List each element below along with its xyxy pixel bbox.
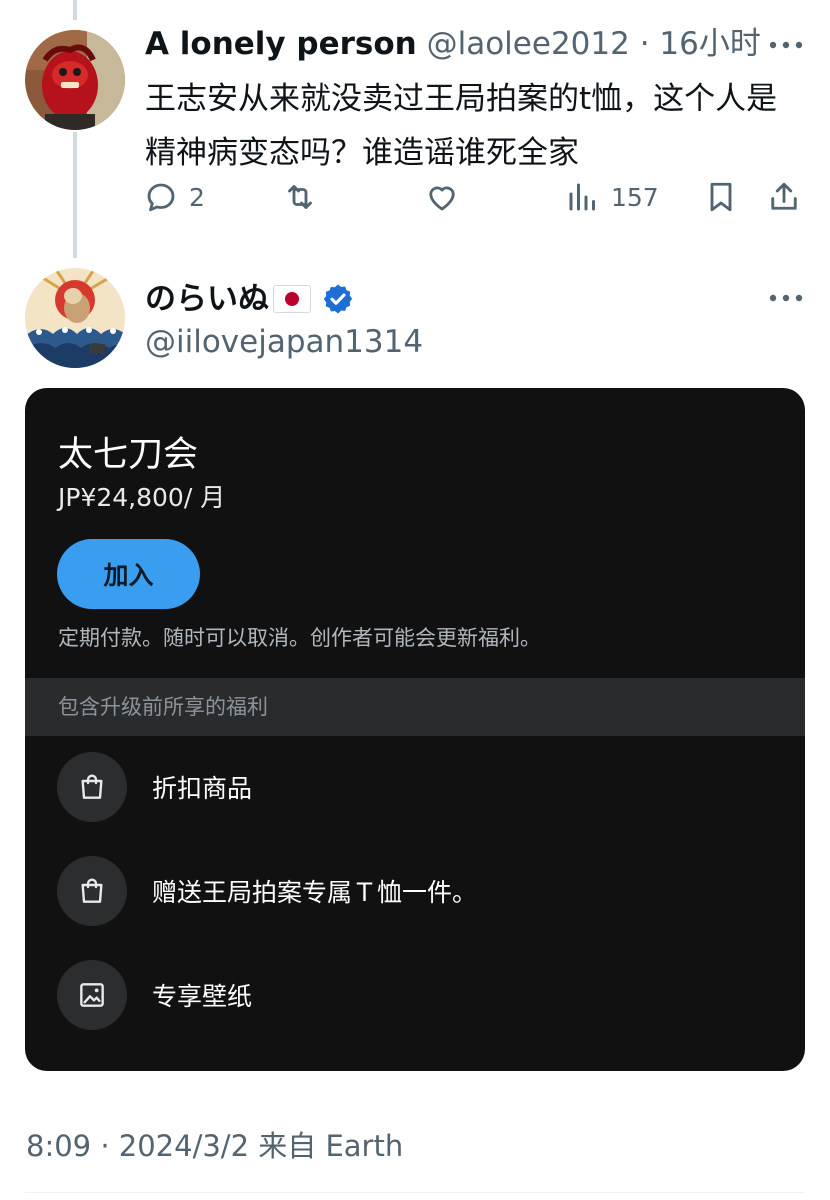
subscription-note: 定期付款。随时可以取消。创作者可能会更新福利。 bbox=[58, 626, 541, 650]
image-icon bbox=[57, 960, 127, 1030]
views-button[interactable]: 157 bbox=[565, 172, 659, 222]
benefit-item: 赠送王局拍案专属Ｔ恤一件。 bbox=[57, 856, 777, 926]
more-options-icon[interactable] bbox=[766, 283, 806, 313]
like-button[interactable] bbox=[424, 172, 470, 222]
reply-count: 2 bbox=[189, 182, 205, 212]
tweet-header: A lonely person @laolee2012 · 16小时 bbox=[145, 22, 761, 66]
share-button[interactable] bbox=[766, 172, 802, 222]
benefit-label: 专享壁纸 bbox=[152, 982, 253, 1011]
join-button[interactable]: 加入 bbox=[57, 539, 200, 609]
tweet-action-bar: 2 157 bbox=[0, 172, 830, 222]
benefit-item: 专享壁纸 bbox=[57, 960, 777, 1030]
user-handle[interactable]: @iilovejapan1314 bbox=[145, 320, 423, 364]
analytics-icon bbox=[569, 183, 595, 211]
subscription-price: JP¥24,800/ 月 bbox=[58, 483, 226, 512]
reply-button[interactable]: 2 bbox=[143, 172, 205, 222]
post-timestamp[interactable]: 8:09 · 2024/3/2 来自 Earth bbox=[26, 1125, 403, 1167]
share-icon bbox=[771, 182, 797, 210]
post-time[interactable]: 16小时 bbox=[659, 26, 760, 62]
bookmark-button[interactable] bbox=[703, 172, 739, 222]
views-count: 157 bbox=[611, 182, 659, 212]
display-name[interactable]: のらいぬ bbox=[145, 277, 269, 321]
heart-icon bbox=[429, 186, 455, 211]
verified-badge-icon[interactable] bbox=[321, 282, 355, 316]
red-lion-statue-avatar bbox=[25, 30, 125, 130]
divider bbox=[25, 1192, 805, 1193]
user-handle[interactable]: @laolee2012 bbox=[427, 26, 630, 62]
tweet-text: 王志安从来就没卖过王局拍案的t恤，这个人是精神病变态吗？谁造谣谁死全家 bbox=[145, 81, 778, 171]
avatar[interactable] bbox=[25, 268, 125, 368]
benefit-item: 折扣商品 bbox=[57, 752, 777, 822]
shopping-bag-icon bbox=[57, 752, 127, 822]
tweet-header: のらいぬ bbox=[145, 277, 355, 321]
japan-flag-icon bbox=[273, 285, 311, 313]
more-options-icon[interactable] bbox=[766, 30, 806, 60]
shopping-bag-icon bbox=[57, 856, 127, 926]
subscription-title: 太七刀会 bbox=[58, 435, 199, 475]
subscription-card: 太七刀会 JP¥24,800/ 月 加入 定期付款。随时可以取消。创作者可能会更… bbox=[25, 388, 805, 1071]
benefit-label: 折扣商品 bbox=[152, 774, 253, 803]
retweet-button[interactable] bbox=[282, 172, 328, 222]
display-name[interactable]: A lonely person bbox=[145, 26, 417, 62]
thread-connector-line bbox=[73, 0, 77, 20]
reply-icon bbox=[147, 183, 175, 212]
retweet-icon bbox=[288, 185, 312, 209]
separator-dot: · bbox=[639, 26, 650, 62]
dog-wave-art-avatar bbox=[25, 268, 125, 368]
avatar[interactable] bbox=[25, 30, 125, 130]
bookmark-icon bbox=[710, 182, 732, 212]
benefit-label: 赠送王局拍案专属Ｔ恤一件。 bbox=[152, 878, 478, 907]
benefits-section-header: 包含升级前所享的福利 bbox=[25, 678, 805, 736]
